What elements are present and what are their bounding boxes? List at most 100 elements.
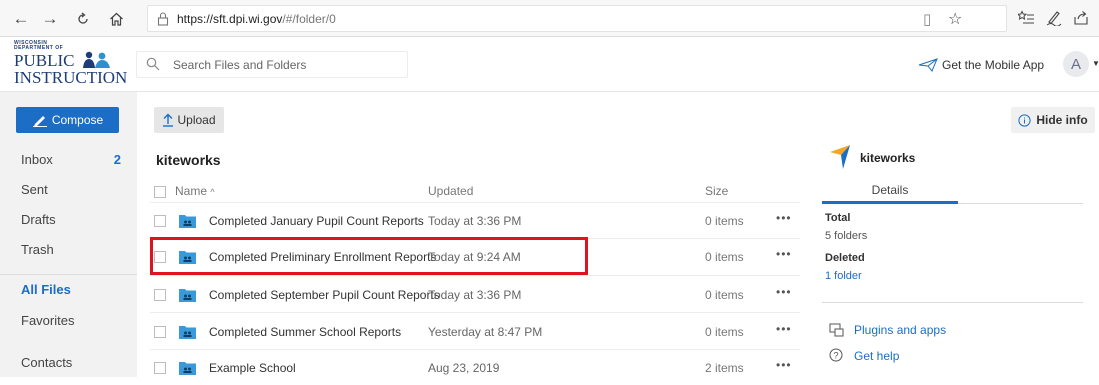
help-icon: ? (829, 348, 843, 362)
upload-label: Upload (177, 113, 216, 127)
avatar[interactable]: A (1063, 51, 1089, 77)
compose-button[interactable]: Compose (16, 107, 119, 133)
column-header-updated[interactable]: Updated (428, 184, 473, 198)
tab-divider (958, 203, 1083, 204)
file-name: Completed September Pupil Count Reports (209, 288, 440, 302)
sidebar-item-contacts[interactable]: Contacts (0, 353, 137, 373)
total-label: Total (825, 212, 851, 224)
file-updated: Today at 3:36 PM (428, 288, 522, 302)
highlight-annotation (150, 237, 588, 275)
more-options-icon[interactable]: ••• (776, 358, 792, 372)
forward-arrow-icon[interactable]: → (39, 8, 61, 30)
column-header-size[interactable]: Size (705, 184, 728, 198)
share-icon[interactable] (1071, 8, 1091, 28)
app-header: WISCONSIN DEPARTMENT OF PUBLIC INSTRUCTI… (0, 37, 1099, 92)
row-checkbox[interactable] (154, 362, 166, 374)
address-bar[interactable]: https://sft.dpi.wi.gov/#/folder/0 ▯ ☆ (147, 5, 1007, 32)
caret-down-icon[interactable]: ▼ (1092, 59, 1099, 68)
url-text: https://sft.dpi.wi.gov/#/folder/0 (177, 12, 336, 26)
sidebar-item-inbox[interactable]: Inbox 2 (0, 150, 137, 170)
search-icon (146, 57, 160, 71)
tab-details[interactable]: Details (822, 183, 958, 203)
page-title: kiteworks (156, 152, 221, 168)
shared-folder-icon (179, 289, 196, 302)
more-options-icon[interactable]: ••• (776, 322, 792, 336)
kiteworks-logo-icon (830, 145, 850, 169)
sidebar: Compose Inbox 2 Sent Drafts Trash All Fi… (0, 92, 137, 377)
hide-info-button[interactable]: Hide info (1011, 107, 1095, 133)
file-updated: Yesterday at 8:47 PM (428, 325, 543, 339)
pen-notes-icon[interactable] (1044, 8, 1064, 28)
sidebar-item-label: Contacts (21, 355, 73, 370)
sidebar-item-label: All Files (21, 282, 71, 297)
deleted-value-link[interactable]: 1 folder (825, 270, 862, 282)
favorite-star-icon[interactable]: ☆ (948, 9, 962, 29)
reading-view-icon[interactable]: ▯ (923, 10, 931, 28)
search-box[interactable] (136, 51, 408, 78)
upload-button[interactable]: Upload (154, 107, 224, 133)
row-checkbox[interactable] (154, 326, 166, 338)
table-row[interactable]: Example School Aug 23, 2019 2 items ••• (150, 349, 800, 385)
get-help-link[interactable]: Get help (854, 349, 899, 363)
sidebar-item-drafts[interactable]: Drafts (0, 210, 137, 230)
hide-info-label: Hide info (1036, 113, 1088, 127)
url-host: https://sft.dpi.wi.gov (177, 12, 283, 26)
home-icon[interactable] (105, 8, 127, 30)
file-name: Completed Summer School Reports (209, 325, 402, 339)
info-divider (822, 302, 1083, 303)
refresh-icon[interactable] (72, 8, 94, 30)
pencil-icon (32, 116, 47, 127)
inbox-count-badge: 2 (113, 152, 121, 167)
mobile-app-link[interactable]: Get the Mobile App (918, 58, 1044, 72)
deleted-label: Deleted (825, 252, 865, 264)
sidebar-item-label: Sent (21, 182, 48, 197)
sidebar-divider (0, 274, 137, 275)
tab-details-underline (822, 201, 958, 204)
more-options-icon[interactable]: ••• (776, 285, 792, 299)
logo-people-icon (82, 51, 110, 68)
shared-folder-icon (179, 326, 196, 339)
dpi-logo[interactable]: WISCONSIN DEPARTMENT OF PUBLIC INSTRUCTI… (14, 41, 128, 89)
plugins-and-apps-link[interactable]: Plugins and apps (854, 323, 946, 337)
select-all-checkbox[interactable] (154, 186, 166, 198)
file-size: 2 items (705, 361, 744, 375)
total-value: 5 folders (825, 230, 868, 242)
sidebar-item-trash[interactable]: Trash (0, 240, 137, 260)
lock-icon (157, 12, 169, 26)
sort-ascending-icon: ^ (210, 187, 215, 197)
file-size: 0 items (705, 250, 744, 264)
column-header-name-label: Name (175, 184, 208, 198)
mobile-app-label: Get the Mobile App (942, 58, 1045, 72)
logo-line1: PUBLIC (14, 51, 124, 69)
sidebar-item-favorites[interactable]: Favorites (0, 311, 137, 331)
shared-folder-icon (179, 215, 196, 228)
sidebar-item-label: Inbox (21, 152, 53, 167)
file-name: Example School (209, 361, 296, 375)
more-options-icon[interactable]: ••• (776, 211, 792, 225)
file-size: 0 items (705, 325, 744, 339)
row-checkbox[interactable] (154, 289, 166, 301)
back-arrow-icon[interactable]: ← (10, 8, 32, 30)
upload-arrow-icon (163, 113, 174, 127)
info-title: kiteworks (860, 151, 916, 165)
file-size: 0 items (705, 214, 744, 228)
logo-line2: INSTRUCTION (14, 68, 128, 87)
more-options-icon[interactable]: ••• (776, 247, 792, 261)
search-input[interactable] (173, 56, 393, 74)
sidebar-item-label: Trash (21, 242, 54, 257)
svg-text:?: ? (833, 351, 838, 361)
table-row[interactable]: Completed January Pupil Count Reports To… (150, 202, 800, 238)
file-updated: Today at 3:36 PM (428, 214, 522, 228)
sidebar-item-label: Favorites (21, 313, 75, 328)
file-size: 0 items (705, 288, 744, 302)
table-row[interactable]: Completed Summer School Reports Yesterda… (150, 313, 800, 349)
sidebar-item-sent[interactable]: Sent (0, 180, 137, 200)
url-path: /#/folder/0 (282, 12, 336, 26)
column-header-name[interactable]: Name ^ (175, 184, 215, 198)
file-name: Completed January Pupil Count Reports (209, 214, 424, 228)
row-checkbox[interactable] (154, 215, 166, 227)
sidebar-item-all-files[interactable]: All Files (0, 280, 137, 300)
favorites-list-icon[interactable] (1016, 8, 1036, 28)
plugins-icon (829, 323, 844, 337)
table-row[interactable]: Completed September Pupil Count Reports … (150, 276, 800, 312)
